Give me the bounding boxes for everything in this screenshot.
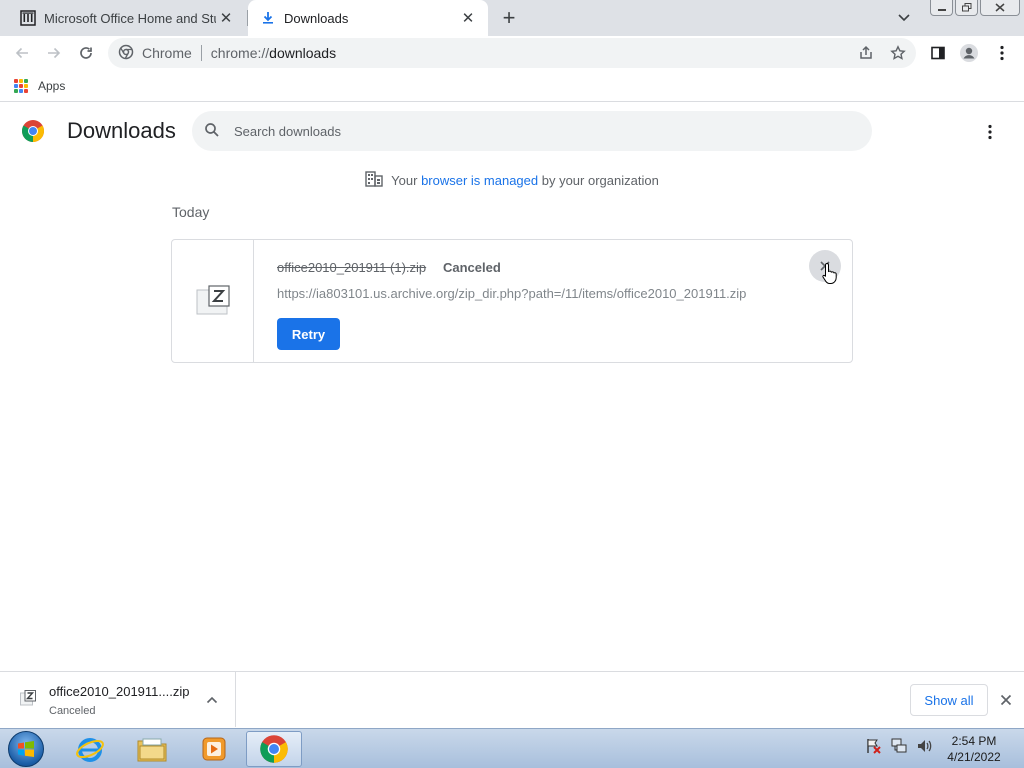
- page-more-actions-icon[interactable]: [978, 120, 1002, 144]
- file-icon-column: [172, 240, 254, 362]
- omnibox-divider: [200, 45, 202, 61]
- system-tray: [864, 737, 934, 758]
- downloads-page: Downloads Your browser is managed by you…: [0, 103, 1024, 671]
- chevron-up-icon[interactable]: [204, 692, 220, 708]
- show-all-button[interactable]: Show all: [910, 684, 988, 716]
- volume-icon[interactable]: [916, 737, 934, 758]
- side-panel-icon[interactable]: [927, 42, 949, 64]
- shelf-file-status: Canceled: [49, 705, 96, 717]
- building-icon: [365, 171, 383, 190]
- start-button[interactable]: [6, 730, 46, 768]
- network-icon[interactable]: [890, 737, 908, 758]
- tab-close-icon[interactable]: ✕: [458, 8, 478, 28]
- tab-strip: Microsoft Office Home and Stude ✕ Downlo…: [0, 0, 1024, 36]
- forward-arrow-icon[interactable]: [41, 40, 67, 66]
- window-controls: [930, 0, 1020, 16]
- new-tab-button[interactable]: +: [496, 5, 522, 30]
- browser-managed-link[interactable]: browser is managed: [421, 173, 538, 188]
- taskbar-clock[interactable]: 2:54 PM 4/21/2022: [936, 733, 1012, 765]
- windows-logo-icon: [8, 731, 44, 767]
- windows-taskbar: 2:54 PM 4/21/2022: [0, 728, 1024, 768]
- reload-icon[interactable]: [73, 40, 99, 66]
- bookmark-star-icon[interactable]: [887, 42, 909, 64]
- chrome-logo-icon: [21, 119, 45, 143]
- managed-notice: Your browser is managed by your organiza…: [0, 171, 1024, 190]
- zip-file-icon: [196, 284, 230, 318]
- archive-institution-icon: [20, 10, 36, 26]
- action-center-flag-icon[interactable]: [864, 737, 882, 758]
- tab-title: Microsoft Office Home and Stude: [44, 10, 216, 26]
- download-source-url[interactable]: https://ia803101.us.archive.org/zip_dir.…: [277, 286, 746, 301]
- hand-pointer-cursor-icon: [822, 262, 838, 284]
- url-prefix: chrome://: [210, 45, 270, 61]
- media-player-icon[interactable]: [186, 731, 242, 767]
- minimize-button[interactable]: [930, 0, 953, 16]
- chrome-scheme-icon: [118, 44, 134, 63]
- page-title: Downloads: [67, 118, 176, 143]
- tab-microsoft-office[interactable]: Microsoft Office Home and Stude ✕: [0, 0, 246, 36]
- internet-explorer-icon[interactable]: [62, 731, 118, 767]
- url-text: chrome://downloads: [211, 45, 336, 61]
- scheme-label: Chrome: [142, 45, 192, 61]
- download-file-name[interactable]: office2010_201911 (1).zip: [277, 260, 426, 275]
- retry-button[interactable]: Retry: [277, 318, 340, 350]
- share-icon[interactable]: [855, 42, 877, 64]
- shelf-file-name: office2010_201911....zip: [49, 684, 190, 699]
- download-arrow-icon: [260, 10, 276, 26]
- address-bar[interactable]: Chrome chrome://downloads: [108, 38, 916, 68]
- url-host: downloads: [269, 45, 337, 61]
- profile-avatar-icon[interactable]: [958, 42, 980, 64]
- restore-button[interactable]: [955, 0, 978, 16]
- back-arrow-icon[interactable]: [9, 40, 35, 66]
- bookmarks-bar: Apps: [0, 70, 1024, 102]
- zip-file-icon: [20, 690, 36, 706]
- file-explorer-icon[interactable]: [124, 731, 180, 767]
- page-header: Downloads: [0, 103, 1024, 159]
- clock-date: 4/21/2022: [947, 750, 1001, 764]
- download-status: Canceled: [443, 260, 501, 275]
- shelf-close-icon[interactable]: [997, 691, 1015, 709]
- managed-text-before: Your: [391, 173, 422, 188]
- window-close-button[interactable]: [980, 0, 1020, 16]
- search-downloads-box[interactable]: [192, 111, 872, 151]
- download-item-card: office2010_201911 (1).zip Canceled https…: [171, 239, 853, 363]
- tab-close-icon[interactable]: ✕: [216, 8, 236, 28]
- download-shelf: office2010_201911....zip Canceled Show a…: [0, 671, 1024, 727]
- shelf-download-item[interactable]: office2010_201911....zip Canceled: [0, 672, 236, 727]
- bookmark-apps[interactable]: Apps: [38, 79, 65, 93]
- apps-grid-icon[interactable]: [14, 78, 28, 93]
- browser-menu-icon[interactable]: [991, 42, 1013, 64]
- managed-text-after: by your organization: [538, 173, 659, 188]
- date-header: Today: [172, 204, 210, 220]
- tab-downloads[interactable]: Downloads ✕: [248, 0, 488, 36]
- search-input[interactable]: [234, 123, 834, 139]
- tab-title: Downloads: [284, 10, 349, 26]
- browser-toolbar: Chrome chrome://downloads: [0, 36, 1024, 70]
- chrome-taskbar-icon[interactable]: [246, 731, 302, 767]
- clock-time: 2:54 PM: [951, 734, 997, 748]
- tab-search-chevron-icon[interactable]: [892, 8, 916, 28]
- search-icon: [204, 122, 220, 141]
